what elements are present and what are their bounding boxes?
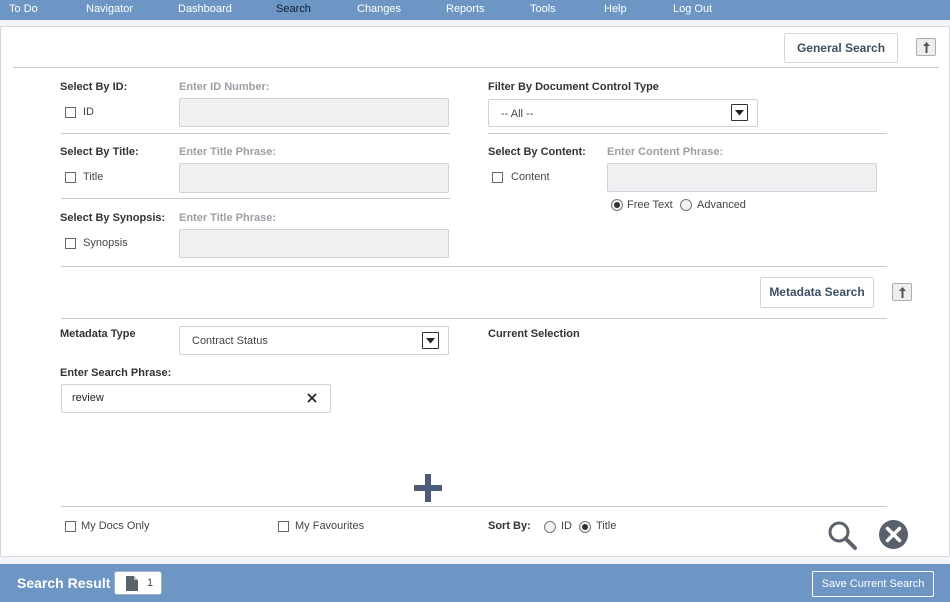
- advanced-label: Advanced: [697, 199, 746, 211]
- metadata-search-collapse-icon[interactable]: [892, 283, 912, 301]
- title-input-label: Enter Title Phrase:: [179, 146, 276, 158]
- filter-doc-type-label: Filter By Document Control Type: [488, 81, 659, 93]
- content-checkbox[interactable]: [492, 172, 503, 183]
- cancel-icon[interactable]: [878, 519, 909, 550]
- id-checkbox-label: ID: [83, 106, 94, 118]
- search-phrase-value: review: [72, 392, 104, 404]
- title-checkbox[interactable]: [65, 172, 76, 183]
- title-phrase-input[interactable]: [179, 163, 449, 193]
- nav-item-dashboard[interactable]: Dashboard: [178, 0, 232, 20]
- divider: [61, 198, 450, 199]
- sort-title-radio[interactable]: [579, 521, 591, 533]
- id-checkbox[interactable]: [65, 107, 76, 118]
- dropdown-arrow-icon[interactable]: [422, 332, 439, 349]
- content-checkbox-label: Content: [511, 171, 550, 183]
- nav-item-to-do[interactable]: To Do: [9, 0, 38, 20]
- result-count-badge[interactable]: 1: [114, 571, 162, 595]
- my-docs-only-checkbox[interactable]: [65, 521, 76, 532]
- metadata-type-select[interactable]: Contract Status: [179, 326, 449, 355]
- divider: [61, 318, 887, 319]
- select-by-title-label: Select By Title:: [60, 146, 139, 158]
- top-nav: To Do Navigator Dashboard Search Changes…: [0, 0, 950, 20]
- sort-id-label: ID: [561, 520, 572, 532]
- nav-item-help[interactable]: Help: [604, 0, 627, 20]
- my-favourites-label: My Favourites: [295, 520, 365, 532]
- synopsis-checkbox-label: Synopsis: [83, 237, 128, 249]
- divider: [13, 67, 939, 68]
- synopsis-input-label: Enter Title Phrase:: [179, 212, 276, 224]
- sort-title-label: Title: [596, 520, 617, 532]
- clear-icon[interactable]: [306, 392, 318, 404]
- document-icon: [126, 576, 138, 591]
- divider: [488, 133, 887, 134]
- metadata-type-label: Metadata Type: [60, 328, 136, 340]
- nav-item-reports[interactable]: Reports: [446, 0, 485, 20]
- nav-item-navigator[interactable]: Navigator: [86, 0, 133, 20]
- select-by-content-label: Select By Content:: [488, 146, 586, 158]
- my-favourites-checkbox[interactable]: [278, 521, 289, 532]
- synopsis-phrase-input[interactable]: [179, 229, 449, 258]
- select-by-synopsis-label: Select By Synopsis:: [60, 212, 166, 224]
- doc-control-type-value: -- All --: [501, 108, 534, 120]
- sort-by-label: Sort By:: [488, 520, 531, 532]
- select-by-id-label: Select By ID:: [60, 81, 128, 93]
- nav-item-log-out[interactable]: Log Out: [673, 0, 712, 20]
- metadata-type-value: Contract Status: [192, 335, 268, 347]
- add-icon[interactable]: [413, 473, 443, 503]
- divider: [61, 133, 450, 134]
- search-result-bar: Search Result 1 Save Current Search: [0, 564, 950, 602]
- title-checkbox-label: Title: [83, 171, 104, 183]
- search-icon[interactable]: [826, 519, 858, 551]
- nav-item-search[interactable]: Search: [276, 0, 311, 20]
- id-number-input[interactable]: [179, 98, 449, 127]
- search-panel: General Search Select By ID: ID Enter ID…: [0, 26, 950, 557]
- search-result-title: Search Result: [17, 575, 111, 591]
- content-phrase-input[interactable]: [607, 163, 877, 192]
- sort-id-radio[interactable]: [544, 521, 556, 533]
- divider: [61, 266, 887, 267]
- doc-control-type-select[interactable]: -- All --: [488, 99, 758, 127]
- dropdown-arrow-icon[interactable]: [731, 104, 748, 121]
- search-phrase-input[interactable]: review: [61, 384, 331, 413]
- current-selection-label: Current Selection: [488, 328, 580, 340]
- metadata-search-button[interactable]: Metadata Search: [760, 277, 874, 308]
- divider: [61, 506, 887, 507]
- content-input-label: Enter Content Phrase:: [607, 146, 724, 158]
- advanced-radio[interactable]: [680, 199, 692, 211]
- general-search-collapse-icon[interactable]: [916, 38, 936, 56]
- general-search-button[interactable]: General Search: [784, 33, 898, 63]
- my-docs-only-label: My Docs Only: [81, 520, 150, 532]
- nav-item-changes[interactable]: Changes: [357, 0, 401, 20]
- free-text-label: Free Text: [627, 199, 673, 211]
- save-current-search-button[interactable]: Save Current Search: [812, 571, 934, 597]
- id-input-label: Enter ID Number:: [179, 81, 270, 93]
- search-phrase-label: Enter Search Phrase:: [60, 367, 172, 379]
- result-count: 1: [147, 577, 154, 589]
- synopsis-checkbox[interactable]: [65, 238, 76, 249]
- free-text-radio[interactable]: [611, 199, 623, 211]
- nav-item-tools[interactable]: Tools: [530, 0, 556, 20]
